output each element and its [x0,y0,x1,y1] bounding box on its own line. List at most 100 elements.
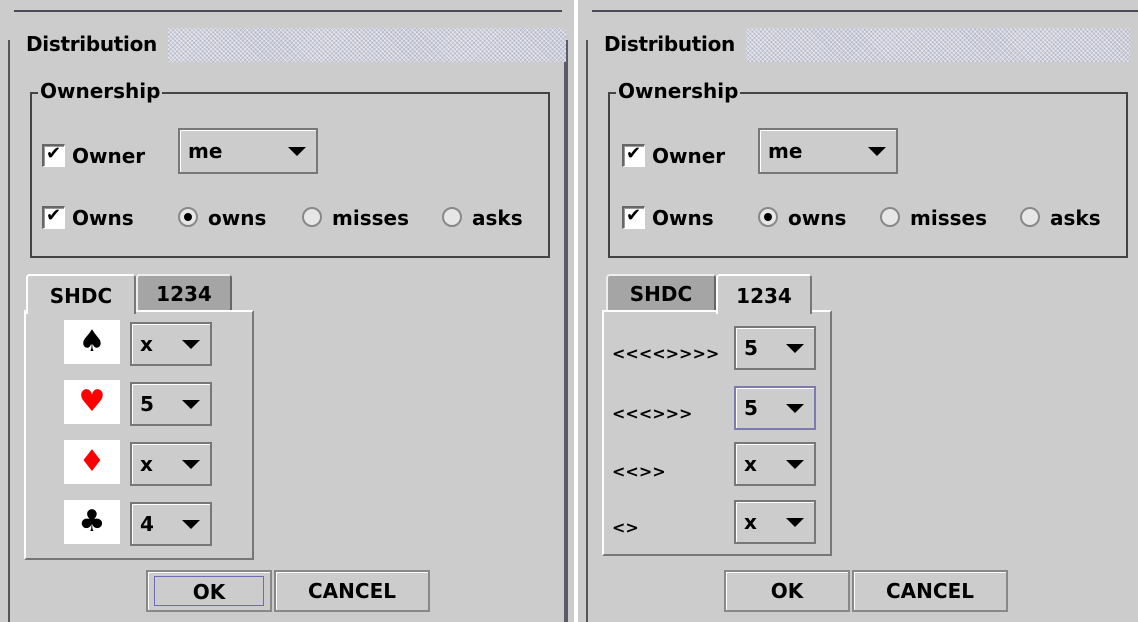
chevron-down-icon [182,460,200,469]
heart-count-value: 5 [140,392,154,416]
tab-1234[interactable]: 1234 [136,274,232,310]
chevron-down-icon [182,400,200,409]
ownership-legend: Ownership [616,79,741,103]
left-border [8,40,10,622]
ownership-group: Ownership ✔ Owner me ✔ Owns owns misses … [30,79,550,258]
distribution-dialog-left: Distribution Ownership ✔ Owner me ✔ Owns… [0,0,574,622]
tab-shdc-label: SHDC [629,282,693,306]
checkmark-icon: ✔ [626,205,642,226]
cancel-button[interactable]: CANCEL [274,570,430,612]
diamond-glyph: ♦ [78,444,106,479]
pattern-label: <<>> [612,462,666,481]
suits-tab-panel: ♠ x ♥ 5 ♦ x ♣ 4 [24,310,254,560]
chevron-down-icon [182,340,200,349]
pattern-label: <> [612,518,639,537]
radio-asks-label: asks [472,206,523,230]
cancel-button[interactable]: CANCEL [852,570,1008,612]
title-bar[interactable]: Distribution [594,22,1130,64]
diamond-count-select[interactable]: x [130,442,212,486]
ownership-legend: Ownership [38,79,163,103]
tab-shdc[interactable]: SHDC [26,274,136,314]
pattern-count-value: x [744,510,757,534]
radio-owns[interactable] [758,207,778,227]
pattern-count-value: 5 [744,396,758,420]
tab-shdc[interactable]: SHDC [606,274,716,310]
cancel-button-label: CANCEL [886,579,974,603]
radio-owns-label: owns [788,206,847,230]
pattern-count-value: 5 [744,336,758,360]
owner-checkbox[interactable]: ✔ [42,143,65,167]
pattern-count-select[interactable]: 5 [734,326,816,370]
owner-select[interactable]: me [758,128,898,174]
owns-label: Owns [652,206,714,230]
cancel-button-label: CANCEL [308,579,396,603]
owner-checkbox[interactable]: ✔ [622,143,645,167]
radio-misses-label: misses [910,206,987,230]
title-bar-pattern [746,28,1130,62]
tab-1234-label: 1234 [156,282,212,306]
diamond-count-value: x [140,452,153,476]
owner-select[interactable]: me [178,128,318,174]
checkmark-icon: ✔ [46,205,62,226]
ok-button[interactable]: OK [724,570,850,612]
top-border [592,10,1138,12]
dialog-title: Distribution [604,32,735,56]
owner-label: Owner [652,144,726,168]
chevron-down-icon [786,460,804,469]
radio-owns-label: owns [208,206,267,230]
heart-icon: ♥ [64,380,120,424]
owns-label: Owns [72,206,134,230]
spade-count-select[interactable]: x [130,322,212,366]
chevron-down-icon [786,344,804,353]
owns-checkbox[interactable]: ✔ [42,205,65,229]
spade-count-value: x [140,332,153,356]
radio-misses[interactable] [880,207,900,227]
radio-misses[interactable] [302,207,322,227]
title-bar[interactable]: Distribution [16,22,566,64]
radio-asks[interactable] [442,207,462,227]
diamond-icon: ♦ [64,440,120,484]
chevron-down-icon [182,520,200,529]
tab-shdc-label: SHDC [49,284,113,308]
chevron-down-icon [868,147,886,156]
pattern-label: <<<>>> [612,404,693,423]
pattern-count-select[interactable]: 5 [734,386,816,430]
top-border [14,10,562,12]
checkmark-icon: ✔ [626,143,642,164]
right-border [564,40,568,622]
patterns-tab-panel: <<<<>>>> 5 <<<>>> 5 <<>> x <> x [602,310,832,556]
chevron-down-icon [786,518,804,527]
club-count-select[interactable]: 4 [130,502,212,546]
ok-button-label: OK [770,579,804,603]
left-border [586,40,588,622]
owner-select-value: me [188,139,223,163]
heart-count-select[interactable]: 5 [130,382,212,426]
radio-owns[interactable] [178,207,198,227]
club-count-value: 4 [140,512,154,536]
distribution-dialog-right: Distribution Ownership ✔ Owner me ✔ Owns… [578,0,1138,622]
ok-button[interactable]: OK [146,570,272,612]
ok-button-label: OK [154,576,264,606]
title-bar-pattern [168,28,566,62]
tab-1234[interactable]: 1234 [716,274,812,314]
dialog-title: Distribution [26,32,157,56]
club-glyph: ♣ [78,504,106,539]
pattern-label: <<<<>>>> [612,344,720,363]
pattern-count-select[interactable]: x [734,442,816,486]
ownership-group: Ownership ✔ Owner me ✔ Owns owns misses … [608,79,1128,258]
owner-select-value: me [768,139,803,163]
spade-icon: ♠ [64,320,120,364]
tab-1234-label: 1234 [736,284,792,308]
radio-asks[interactable] [1020,207,1040,227]
radio-misses-label: misses [332,206,409,230]
spade-glyph: ♠ [78,324,106,359]
heart-glyph: ♥ [78,384,106,419]
radio-asks-label: asks [1050,206,1101,230]
club-icon: ♣ [64,500,120,544]
chevron-down-icon [786,404,804,413]
pattern-count-select[interactable]: x [734,500,816,544]
owns-checkbox[interactable]: ✔ [622,205,645,229]
checkmark-icon: ✔ [46,143,62,164]
pattern-count-value: x [744,452,757,476]
owner-label: Owner [72,144,146,168]
